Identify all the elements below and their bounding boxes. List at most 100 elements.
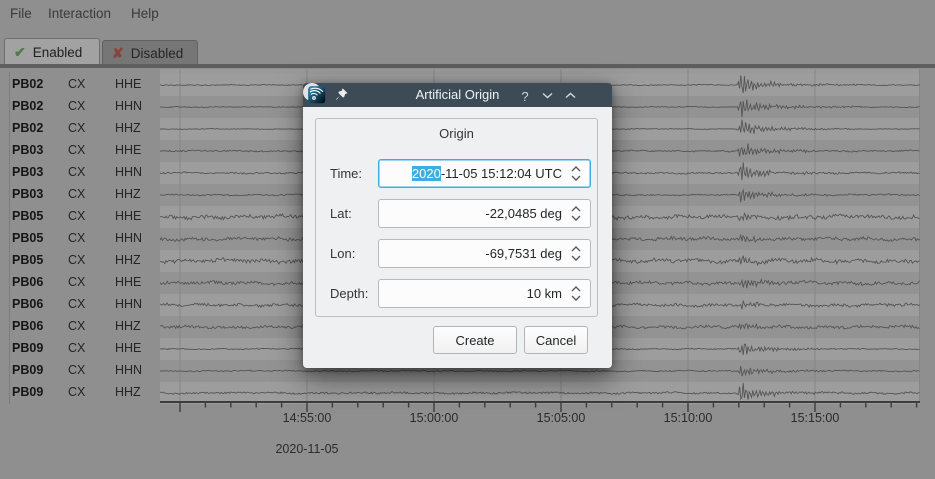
station-row[interactable]: PB05 CX HHN bbox=[0, 231, 160, 247]
network-code: CX bbox=[68, 209, 85, 223]
lon-label: Lon: bbox=[330, 246, 355, 261]
tab-enabled-label: Enabled bbox=[33, 45, 83, 60]
network-code: CX bbox=[68, 297, 85, 311]
tab-enabled[interactable]: ✔ Enabled bbox=[4, 38, 100, 66]
channel-code: HHZ bbox=[115, 319, 141, 333]
origin-groupbox: Origin Time: 2020-11-05 15:12:04 UTC Lat… bbox=[315, 118, 598, 317]
spin-down-icon bbox=[572, 216, 580, 220]
station-code: PB09 bbox=[12, 341, 43, 355]
depth-field-row: Depth: 10 km bbox=[316, 279, 597, 308]
station-row[interactable]: PB09CXHHE bbox=[0, 341, 160, 357]
spin-up-icon bbox=[572, 207, 580, 211]
network-code: CX bbox=[68, 319, 85, 333]
tab-bar: ✔ Enabled ✘ Disabled bbox=[0, 36, 935, 68]
channel-code: HHZ bbox=[115, 121, 141, 135]
lon-value: -69,7531 deg bbox=[485, 240, 562, 267]
station-code: PB05 bbox=[12, 209, 43, 223]
station-code: PB06 bbox=[12, 297, 43, 311]
station-row[interactable]: PB03 CX HHZ bbox=[0, 187, 160, 203]
network-code: CX bbox=[68, 275, 85, 289]
station-row[interactable]: PB02CXHHZ bbox=[0, 121, 160, 137]
lat-label: Lat: bbox=[330, 206, 352, 221]
lat-value: -22,0485 deg bbox=[485, 200, 562, 227]
channel-code: HHZ bbox=[115, 187, 141, 201]
network-code: CX bbox=[68, 253, 85, 267]
groupbox-title: Origin bbox=[316, 126, 597, 141]
station-row[interactable]: PB06CXHHZ bbox=[0, 319, 160, 335]
station-row[interactable]: PB05 CX HHE bbox=[0, 209, 160, 225]
lat-spinner[interactable] bbox=[569, 204, 583, 223]
help-icon[interactable]: ? bbox=[516, 87, 534, 105]
menu-interaction[interactable]: Interaction bbox=[48, 6, 111, 21]
check-icon: ✔ bbox=[14, 44, 26, 61]
station-row[interactable]: PB03 CX HHN bbox=[0, 165, 160, 181]
network-code: CX bbox=[68, 77, 85, 91]
channel-code: HHN bbox=[115, 165, 142, 179]
time-tick-label: 15:05:00 bbox=[521, 411, 601, 425]
spin-down-icon bbox=[572, 176, 580, 180]
main-window: File Interaction Help ✔ Enabled ✘ Disabl… bbox=[0, 0, 935, 479]
station-code: PB03 bbox=[12, 187, 43, 201]
tab-disabled-label: Disabled bbox=[131, 46, 184, 61]
station-row[interactable]: PB09CXHHZ bbox=[0, 385, 160, 401]
station-code: PB02 bbox=[12, 77, 43, 91]
station-code: PB09 bbox=[12, 363, 43, 377]
depth-input[interactable]: 10 km bbox=[378, 279, 591, 308]
station-code: PB02 bbox=[12, 99, 43, 113]
station-code: PB02 bbox=[12, 121, 43, 135]
network-code: CX bbox=[68, 187, 85, 201]
time-rest-text: -11-05 15:12:04 UTC bbox=[441, 166, 562, 181]
time-spinner[interactable] bbox=[569, 164, 583, 183]
channel-code: HHE bbox=[115, 209, 141, 223]
station-row[interactable]: PB03CXHHE bbox=[0, 143, 160, 159]
lon-input[interactable]: -69,7531 deg bbox=[378, 239, 591, 268]
channel-code: HHE bbox=[115, 275, 141, 289]
network-code: CX bbox=[68, 341, 85, 355]
cancel-button[interactable]: Cancel bbox=[524, 326, 588, 354]
channel-code: HHN bbox=[115, 231, 142, 245]
create-button[interactable]: Create bbox=[433, 326, 517, 354]
lat-input[interactable]: -22,0485 deg bbox=[378, 199, 591, 228]
dialog-titlebar[interactable]: Artificial Origin ? bbox=[303, 83, 612, 107]
network-code: CX bbox=[68, 99, 85, 113]
time-label: Time: bbox=[330, 166, 362, 181]
network-code: CX bbox=[68, 231, 85, 245]
station-row[interactable]: PB09CXHHN bbox=[0, 363, 160, 379]
station-code: PB05 bbox=[12, 253, 43, 267]
time-input[interactable]: 2020-11-05 15:12:04 UTC bbox=[378, 159, 591, 188]
station-code: PB03 bbox=[12, 143, 43, 157]
time-tick-label: 15:10:00 bbox=[648, 411, 728, 425]
station-row[interactable]: PB05CXHHZ bbox=[0, 253, 160, 269]
spin-up-icon bbox=[572, 247, 580, 251]
channel-code: HHN bbox=[115, 99, 142, 113]
chevron-down-icon[interactable] bbox=[538, 86, 556, 104]
lon-field-row: Lon: -69,7531 deg bbox=[316, 239, 597, 268]
time-tick-label: 15:15:00 bbox=[775, 411, 855, 425]
time-selected-text: 2020 bbox=[412, 166, 441, 181]
station-row[interactable]: PB02 CX HHE bbox=[0, 77, 160, 93]
lat-field-row: Lat: -22,0485 deg bbox=[316, 199, 597, 228]
cross-icon: ✘ bbox=[112, 45, 124, 62]
artificial-origin-dialog: Artificial Origin ? Origin Time: 2020-11… bbox=[303, 83, 612, 368]
station-code: PB09 bbox=[12, 385, 43, 399]
channel-code: HHE bbox=[115, 77, 141, 91]
network-code: CX bbox=[68, 165, 85, 179]
depth-spinner[interactable] bbox=[569, 284, 583, 303]
station-row[interactable]: PB06 CX HHE bbox=[0, 275, 160, 291]
station-code: PB06 bbox=[12, 275, 43, 289]
chevron-up-icon[interactable] bbox=[561, 86, 579, 104]
depth-value: 10 km bbox=[527, 280, 562, 307]
spin-down-icon bbox=[572, 256, 580, 260]
lon-spinner[interactable] bbox=[569, 244, 583, 263]
axis-date-label: 2020-11-05 bbox=[262, 442, 352, 456]
station-row[interactable]: PB02 CX HHN bbox=[0, 99, 160, 115]
tab-disabled[interactable]: ✘ Disabled bbox=[102, 40, 198, 66]
spin-up-icon bbox=[572, 167, 580, 171]
menu-bar: File Interaction Help bbox=[0, 0, 935, 28]
station-row[interactable]: PB06CXHHN bbox=[0, 297, 160, 313]
menu-help[interactable]: Help bbox=[131, 6, 159, 21]
station-code: PB03 bbox=[12, 165, 43, 179]
menu-file[interactable]: File bbox=[10, 6, 32, 21]
station-code: PB05 bbox=[12, 231, 43, 245]
channel-code: HHZ bbox=[115, 385, 141, 399]
